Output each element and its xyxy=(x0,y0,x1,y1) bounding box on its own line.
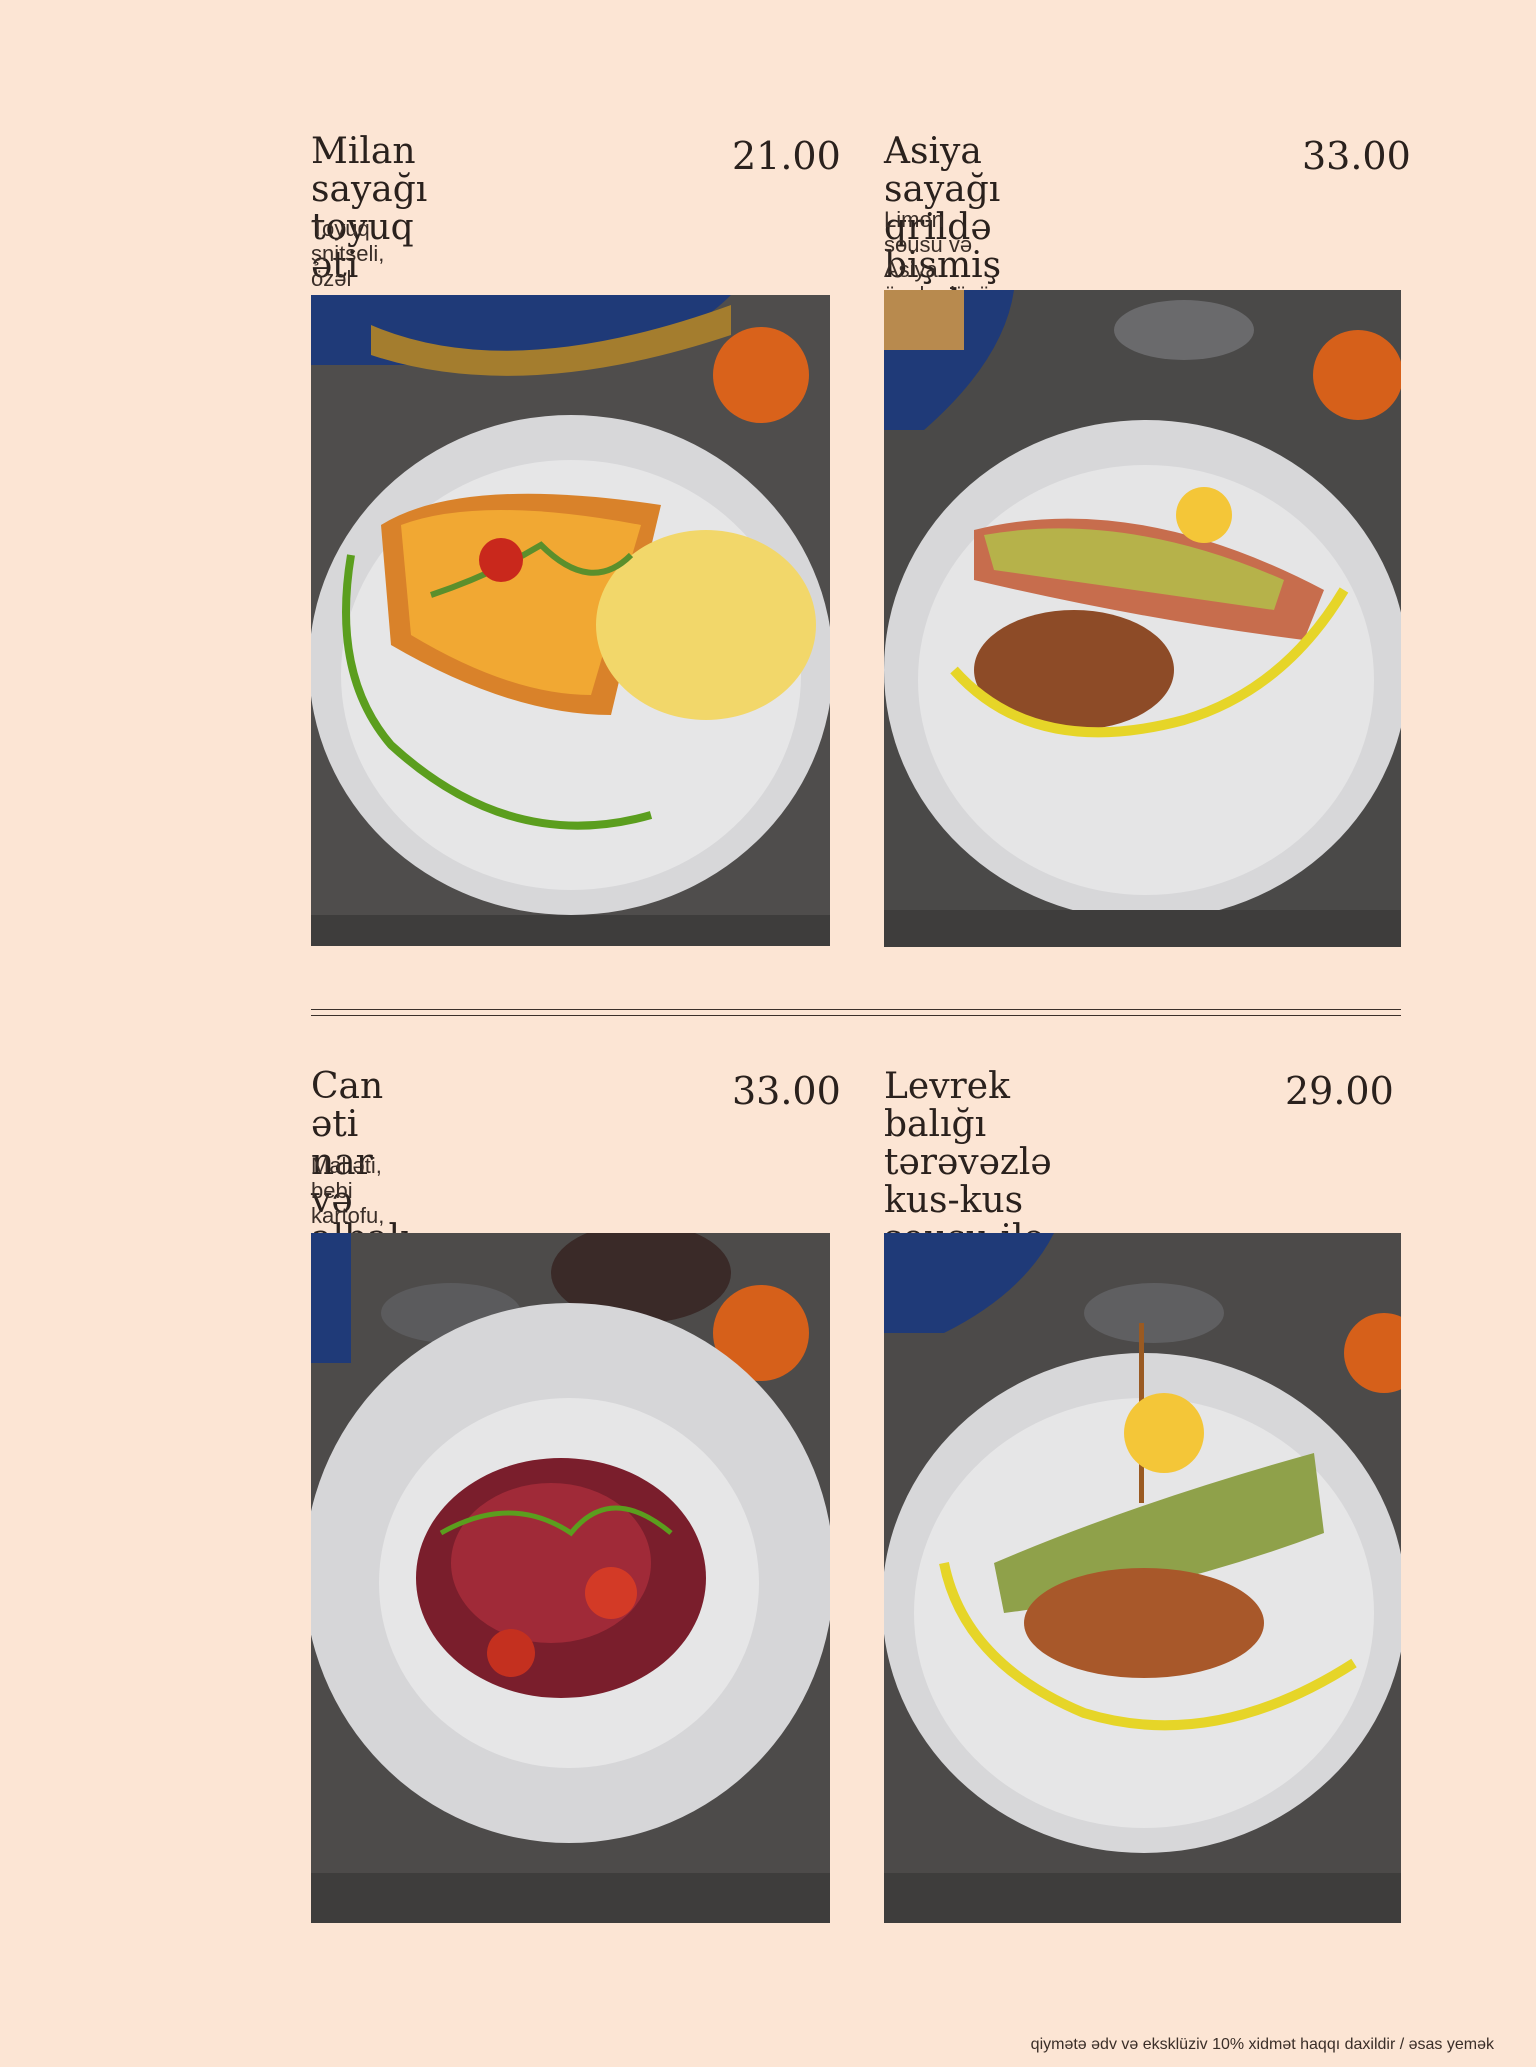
dish-title: Levrek balığı tərəvəzlə kus-kus sousu il… xyxy=(884,1066,1052,1258)
section-divider xyxy=(311,1015,1401,1016)
dish-price: 33.00 xyxy=(1302,134,1411,178)
dish-photo xyxy=(884,1233,1401,1923)
plated-grilled-salmon-photo xyxy=(884,290,1401,947)
plated-chicken-schnitzel-photo xyxy=(311,295,830,946)
footer-note: qiymətə ədv və eksklüziv 10% xidmət haqq… xyxy=(1030,2036,1494,2053)
dish-photo xyxy=(884,290,1401,947)
section-divider xyxy=(311,1009,1401,1010)
dish-price: 33.00 xyxy=(732,1069,841,1113)
dish-price: 21.00 xyxy=(732,134,841,178)
dish-photo xyxy=(311,295,830,946)
plated-sea-bass-photo xyxy=(884,1233,1401,1923)
dish-price: 29.00 xyxy=(1285,1069,1394,1113)
plated-beef-photo xyxy=(311,1233,830,1923)
dish-photo xyxy=(311,1233,830,1923)
